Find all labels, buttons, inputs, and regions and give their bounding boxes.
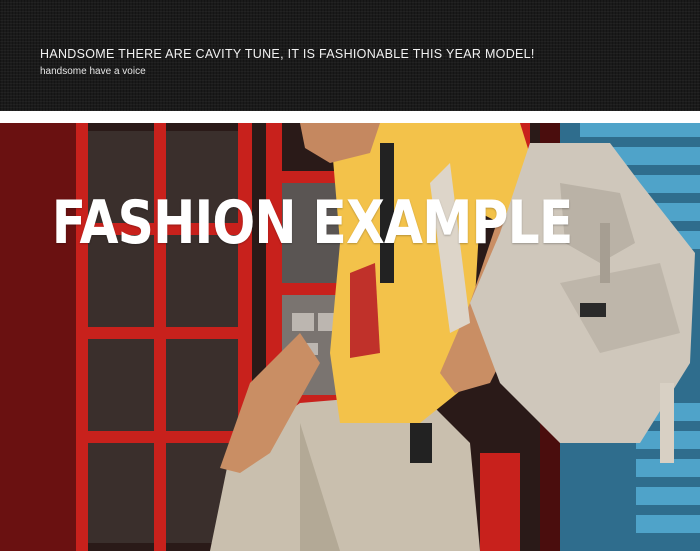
header-headline: HANDSOME THERE ARE CAVITY TUNE, IT IS FA…: [40, 47, 535, 61]
fashion-model-photo: FASHION EXAMPLE: [0, 123, 700, 551]
product-banner-page: HANDSOME THERE ARE CAVITY TUNE, IT IS FA…: [0, 0, 700, 551]
header-subline: handsome have a voice: [40, 66, 146, 77]
header-band: HANDSOME THERE ARE CAVITY TUNE, IT IS FA…: [0, 0, 700, 111]
banner-title: FASHION EXAMPLE: [51, 188, 574, 258]
divider-gap: [0, 111, 700, 123]
